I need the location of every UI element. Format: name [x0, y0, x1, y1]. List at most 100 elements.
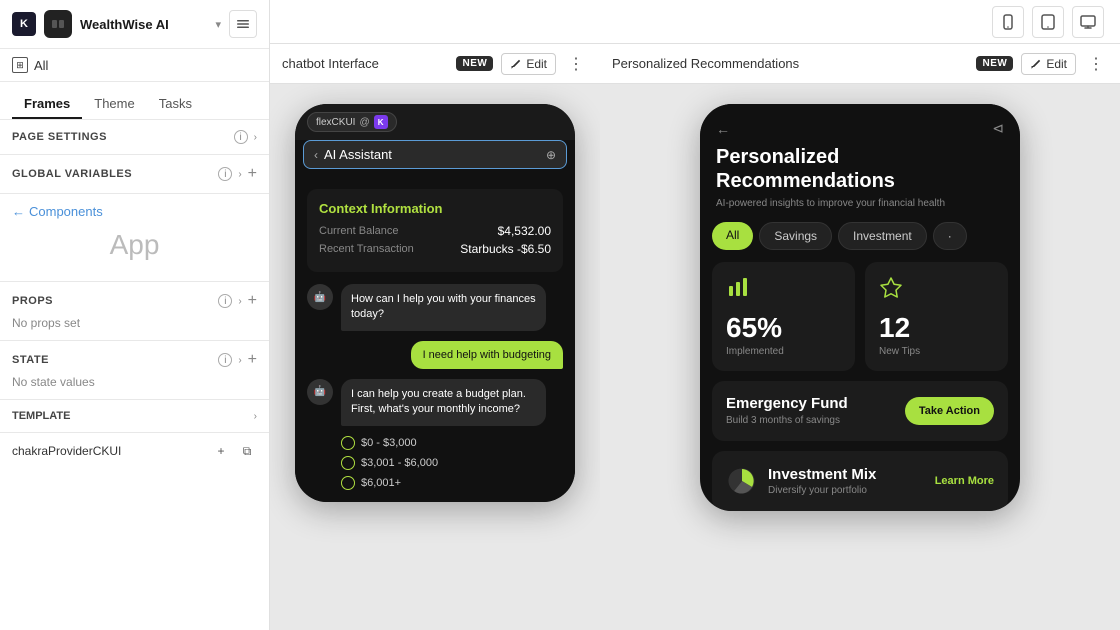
state-add[interactable]: +: [248, 351, 257, 369]
chat-messages: 🤖 How can I help you with your finances …: [307, 284, 563, 490]
emergency-action-btn[interactable]: Take Action: [905, 397, 994, 425]
rec-cards: 65% Implemented 12 New Tips: [700, 262, 1020, 511]
rec-tab-more[interactable]: ·: [933, 222, 967, 250]
global-variables-add[interactable]: +: [248, 165, 257, 183]
k-logo: K: [12, 12, 36, 36]
option-3[interactable]: $6,001+: [341, 476, 563, 490]
state-header[interactable]: STATE i › +: [12, 351, 257, 369]
mobile-device-btn[interactable]: [992, 6, 1024, 38]
chatbot-phone: flexCKUI @ K ‹ AI Assistant ⊕: [295, 104, 575, 502]
option-3-radio[interactable]: [341, 476, 355, 490]
chat-options: $0 - $3,000 $3,001 - $6,000 $6,001+: [341, 436, 563, 490]
page-settings-label: PAGE SETTINGS: [12, 131, 228, 143]
chatbot-frame-header: chatbot Interface NEW Edit ⋮: [270, 44, 600, 84]
components-label: Components: [29, 204, 103, 219]
emergency-title: Emergency Fund: [726, 395, 895, 412]
option-2[interactable]: $3,001 - $6,000: [341, 456, 563, 470]
stat-implemented-value: 65%: [726, 312, 782, 344]
state-info: i: [218, 353, 232, 367]
tablet-device-btn[interactable]: [1032, 6, 1064, 38]
tab-frames[interactable]: Frames: [12, 90, 82, 119]
mix-title: Investment Mix: [768, 466, 925, 483]
rec-subtitle: AI-powered insights to improve your fina…: [716, 197, 1004, 210]
rec-back-icon[interactable]: ←: [716, 121, 730, 137]
phone-back-icon[interactable]: ‹: [314, 148, 318, 162]
props-info: i: [218, 294, 232, 308]
app-component-label: App: [12, 229, 257, 261]
rec-tab-savings[interactable]: Savings: [759, 222, 832, 250]
props-add[interactable]: +: [248, 292, 257, 310]
assistant-settings-icon[interactable]: ⊕: [546, 148, 556, 162]
rec-badge: NEW: [976, 56, 1013, 71]
context-info-title: Context Information: [319, 201, 551, 216]
chatbot-edit-btn[interactable]: Edit: [501, 53, 556, 75]
bot-avatar-2: 🤖: [307, 379, 333, 405]
desktop-device-btn[interactable]: [1072, 6, 1104, 38]
chatbot-frame-panel: chatbot Interface NEW Edit ⋮ flexCKUI @ …: [270, 44, 600, 630]
option-1[interactable]: $0 - $3,000: [341, 436, 563, 450]
rec-header: ← ⊲ Personalized Recommendations AI-powe…: [700, 104, 1020, 222]
page-settings-header[interactable]: PAGE SETTINGS i ›: [12, 130, 257, 144]
template-header[interactable]: TEMPLATE ›: [12, 410, 257, 422]
star-icon: [879, 276, 903, 306]
page-settings-section: PAGE SETTINGS i ›: [0, 120, 269, 155]
investment-mix-card: Investment Mix Diversify your portfolio …: [712, 451, 1008, 511]
chakra-provider-section: chakraProviderCKUI + ⧉: [0, 433, 269, 469]
tab-tasks[interactable]: Tasks: [147, 90, 204, 119]
template-section: TEMPLATE ›: [0, 400, 269, 433]
sidebar-tabs: Frames Theme Tasks: [0, 82, 269, 120]
mix-learn-btn[interactable]: Learn More: [935, 475, 994, 487]
title-dropdown-arrow[interactable]: ▾: [215, 18, 221, 31]
chakra-add-btn[interactable]: +: [211, 441, 231, 461]
bot-avatar: 🤖: [307, 284, 333, 310]
rec-heading-line1: Personalized Recommendations: [716, 145, 1004, 193]
stat-tips-value: 12: [879, 312, 910, 344]
topbar: [270, 0, 1120, 44]
transaction-row: Recent Transaction Starbucks -$6.50: [319, 242, 551, 256]
chatbot-more-btn[interactable]: ⋮: [564, 52, 588, 76]
stat-tips-label: New Tips: [879, 346, 920, 357]
global-variables-label: GLOBAL VARIABLES: [12, 168, 212, 180]
components-section: ← Components App: [0, 194, 269, 282]
rec-filter-icon[interactable]: ⊲: [992, 120, 1004, 137]
rec-frame-header: Personalized Recommendations NEW Edit ⋮: [600, 44, 1120, 84]
mix-desc: Diversify your portfolio: [768, 485, 925, 496]
sidebar-toggle-btn[interactable]: [229, 10, 257, 38]
components-back-btn[interactable]: ← Components: [12, 204, 257, 219]
global-variables-section: GLOBAL VARIABLES i › +: [0, 155, 269, 194]
props-section: PROPS i › + No props set: [0, 282, 269, 341]
bot-message-2: 🤖 I can help you create a budget plan. F…: [307, 379, 563, 426]
chatbot-badge: NEW: [456, 56, 493, 71]
props-arrow: ›: [238, 296, 241, 307]
state-section: STATE i › + No state values: [0, 341, 269, 400]
global-variables-info: i: [218, 167, 232, 181]
chakra-copy-btn[interactable]: ⧉: [237, 441, 257, 461]
option-1-radio[interactable]: [341, 436, 355, 450]
sidebar: K WealthWise AI ▾ ⊞ All Frames Theme Tas…: [0, 0, 270, 630]
balance-row: Current Balance $4,532.00: [319, 224, 551, 238]
context-info-section: Context Information Current Balance $4,5…: [307, 189, 563, 272]
transaction-value: Starbucks -$6.50: [460, 242, 551, 256]
rec-edit-btn[interactable]: Edit: [1021, 53, 1076, 75]
all-icon: ⊞: [12, 57, 28, 73]
bot-bubble-1: How can I help you with your finances to…: [341, 284, 546, 331]
pie-chart-icon: [726, 465, 758, 497]
chatbot-frame-content: flexCKUI @ K ‹ AI Assistant ⊕: [270, 84, 600, 630]
emergency-desc: Build 3 months of savings: [726, 414, 895, 427]
page-settings-arrow: ›: [254, 132, 257, 143]
rec-tab-investment[interactable]: Investment: [838, 222, 927, 250]
rec-tab-all[interactable]: All: [712, 222, 753, 250]
no-props-text: No props set: [12, 316, 257, 330]
no-state-text: No state values: [12, 375, 257, 389]
global-variables-header[interactable]: GLOBAL VARIABLES i › +: [12, 165, 257, 183]
props-header[interactable]: PROPS i › +: [12, 292, 257, 310]
main-area: chatbot Interface NEW Edit ⋮ flexCKUI @ …: [270, 0, 1120, 630]
tab-theme[interactable]: Theme: [82, 90, 146, 119]
option-1-label: $0 - $3,000: [361, 437, 417, 449]
rec-more-btn[interactable]: ⋮: [1084, 52, 1108, 76]
recommendations-frame-panel: Personalized Recommendations NEW Edit ⋮ …: [600, 44, 1120, 630]
all-button[interactable]: ⊞ All: [12, 57, 257, 73]
option-2-radio[interactable]: [341, 456, 355, 470]
back-arrow-icon: ←: [12, 204, 25, 219]
emergency-fund-card: Emergency Fund Build 3 months of savings…: [712, 381, 1008, 441]
